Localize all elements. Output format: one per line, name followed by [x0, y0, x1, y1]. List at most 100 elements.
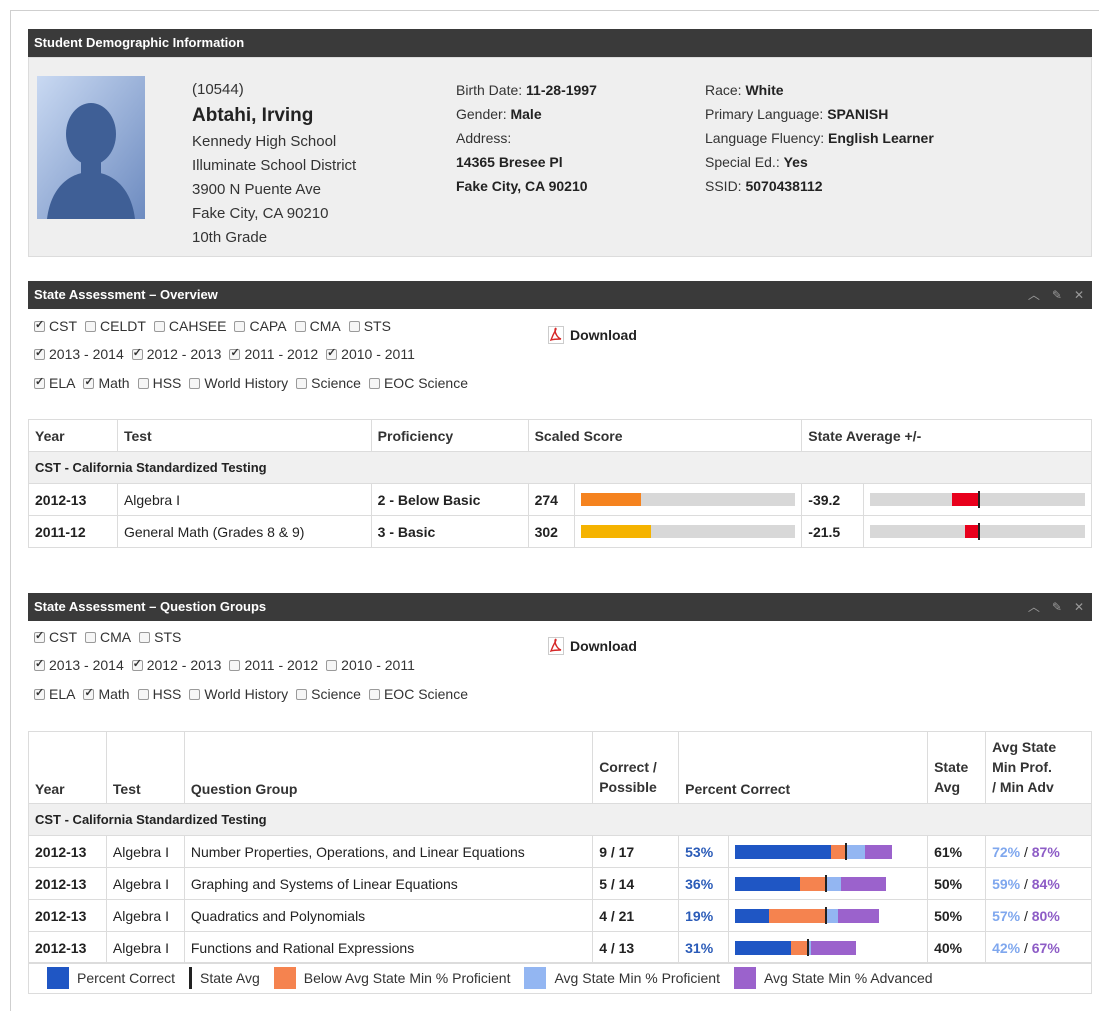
checkbox-checked-icon[interactable]: [34, 629, 45, 643]
checkbox-checked-icon[interactable]: [131, 657, 143, 671]
filter-checkbox[interactable]: CST: [34, 629, 77, 645]
filter-checkbox[interactable]: ELA: [34, 375, 75, 391]
filter-checkbox[interactable]: 2012 - 2013: [131, 657, 221, 673]
checkbox-unchecked-icon[interactable]: [234, 320, 246, 332]
checkbox-unchecked-icon[interactable]: [296, 377, 308, 389]
legend-line-state: [189, 967, 193, 989]
collapse-icon[interactable]: ︿: [1028, 593, 1040, 621]
checkbox-unchecked-icon[interactable]: [294, 320, 306, 332]
filter-label: EOC Science: [383, 375, 469, 391]
groups-year-filters: 2013 - 2014 2012 - 2013 2011 - 2012 2010 - …: [34, 657, 415, 673]
checkbox-unchecked-icon[interactable]: [139, 631, 151, 643]
filter-checkbox[interactable]: 2011 - 2012: [229, 346, 318, 362]
filter-checkbox[interactable]: ELA: [34, 686, 75, 702]
filter-checkbox[interactable]: Science: [296, 375, 361, 391]
filter-checkbox[interactable]: Math: [83, 686, 130, 702]
checkbox-unchecked-icon[interactable]: [368, 377, 380, 389]
filter-checkbox[interactable]: CELDT: [85, 318, 146, 334]
row-proficiency: 2 - Below Basic: [370, 483, 529, 516]
group-label: CST - California Standardized Testing: [28, 803, 1092, 836]
filter-checkbox[interactable]: CMA: [85, 629, 131, 645]
checkbox-checked-icon[interactable]: [83, 375, 95, 389]
checkbox-unchecked-icon[interactable]: [85, 631, 96, 643]
filter-checkbox[interactable]: 2010 - 2011: [326, 657, 415, 673]
checkbox-checked-icon[interactable]: [229, 346, 241, 360]
filter-checkbox[interactable]: CMA: [294, 318, 341, 334]
filter-checkbox[interactable]: CAHSEE: [153, 318, 226, 334]
col-correct-possible[interactable]: Correct / Possible: [592, 731, 680, 804]
checkbox-unchecked-icon[interactable]: [153, 320, 165, 332]
checkbox-checked-icon[interactable]: [83, 686, 95, 700]
checkbox-checked-icon[interactable]: [131, 346, 143, 360]
col-question-group[interactable]: Question Group: [183, 731, 594, 804]
checkbox-unchecked-icon[interactable]: [189, 377, 201, 389]
checkbox-unchecked-icon[interactable]: [326, 659, 338, 671]
close-icon[interactable]: ✕: [1074, 593, 1084, 621]
checkbox-unchecked-icon[interactable]: [137, 688, 149, 700]
filter-checkbox[interactable]: Math: [83, 375, 130, 391]
checkbox-unchecked-icon[interactable]: [296, 688, 308, 700]
checkbox-unchecked-icon[interactable]: [189, 688, 201, 700]
address-label: Address:: [456, 130, 512, 146]
filter-checkbox[interactable]: CAPA: [234, 318, 287, 334]
row-question-group: Quadratics and Polynomials: [183, 899, 594, 932]
table-group-row: CST - California Standardized Testing: [28, 803, 1092, 836]
checkbox-checked-icon[interactable]: [34, 657, 45, 671]
col-state-avg[interactable]: State Avg: [927, 731, 987, 804]
state-diff-mark: [951, 493, 978, 506]
collapse-icon[interactable]: ︿: [1028, 281, 1040, 309]
col-proficiency[interactable]: Proficiency: [370, 419, 529, 452]
col-min-prof-adv[interactable]: Avg State Min Prof. / Min Adv: [985, 731, 1092, 804]
row-year: 2011-12: [28, 515, 118, 548]
checkbox-unchecked-icon[interactable]: [85, 320, 96, 332]
filter-checkbox[interactable]: HSS: [137, 375, 181, 391]
school-name: Kennedy High School: [192, 133, 337, 150]
filter-label: 2013 - 2014: [49, 657, 124, 673]
filter-checkbox[interactable]: STS: [348, 318, 391, 334]
min-prof-value: 72%: [992, 843, 1021, 860]
overview-download-button[interactable]: Download: [548, 326, 637, 344]
col-state-average[interactable]: State Average +/-: [801, 419, 1092, 452]
filter-checkbox[interactable]: World History: [189, 375, 288, 391]
state-diff-mark: [964, 525, 978, 538]
table-row: 2012-13 Algebra I Graphing and Systems of …: [28, 867, 1092, 900]
min-adv-value: 67%: [1031, 939, 1060, 956]
filter-checkbox[interactable]: CST: [34, 318, 77, 334]
checkbox-unchecked-icon[interactable]: [368, 688, 380, 700]
filter-checkbox[interactable]: 2013 - 2014: [34, 657, 124, 673]
school-street: 3900 N Puente Ave: [192, 181, 321, 198]
filter-checkbox[interactable]: 2012 - 2013: [131, 346, 221, 362]
checkbox-checked-icon[interactable]: [34, 346, 45, 360]
filter-label: 2010 - 2011: [341, 657, 415, 673]
col-year[interactable]: Year: [28, 419, 118, 452]
filter-checkbox[interactable]: 2010 - 2011: [326, 346, 415, 362]
filter-checkbox[interactable]: World History: [189, 686, 288, 702]
filter-checkbox[interactable]: 2011 - 2012: [229, 657, 318, 673]
score-bar-fill: [580, 525, 652, 538]
filter-checkbox[interactable]: EOC Science: [368, 686, 468, 702]
groups-download-button[interactable]: Download: [548, 637, 637, 655]
filter-checkbox[interactable]: STS: [139, 629, 181, 645]
checkbox-unchecked-icon[interactable]: [137, 377, 149, 389]
checkbox-checked-icon[interactable]: [34, 375, 45, 389]
col-percent-correct[interactable]: Percent Correct: [678, 731, 929, 804]
close-icon[interactable]: ✕: [1074, 281, 1084, 309]
filter-checkbox[interactable]: 2013 - 2014: [34, 346, 124, 362]
col-scaled-score[interactable]: Scaled Score: [527, 419, 803, 452]
checkbox-unchecked-icon[interactable]: [348, 320, 360, 332]
checkbox-checked-icon[interactable]: [34, 318, 45, 332]
edit-icon[interactable]: ✎: [1052, 593, 1062, 621]
filter-label: Science: [311, 375, 361, 391]
col-test[interactable]: Test: [105, 731, 185, 804]
checkbox-checked-icon[interactable]: [34, 686, 45, 700]
checkbox-checked-icon[interactable]: [326, 346, 338, 360]
filter-checkbox[interactable]: Science: [296, 686, 361, 702]
checkbox-unchecked-icon[interactable]: [229, 659, 241, 671]
address-line2: Fake City, CA 90210: [456, 178, 588, 194]
col-year[interactable]: Year: [28, 731, 107, 804]
edit-icon[interactable]: ✎: [1052, 281, 1062, 309]
filter-checkbox[interactable]: EOC Science: [368, 375, 469, 391]
col-test[interactable]: Test: [116, 419, 372, 452]
filter-checkbox[interactable]: HSS: [137, 686, 181, 702]
row-correct: 4 / 13: [592, 931, 680, 964]
